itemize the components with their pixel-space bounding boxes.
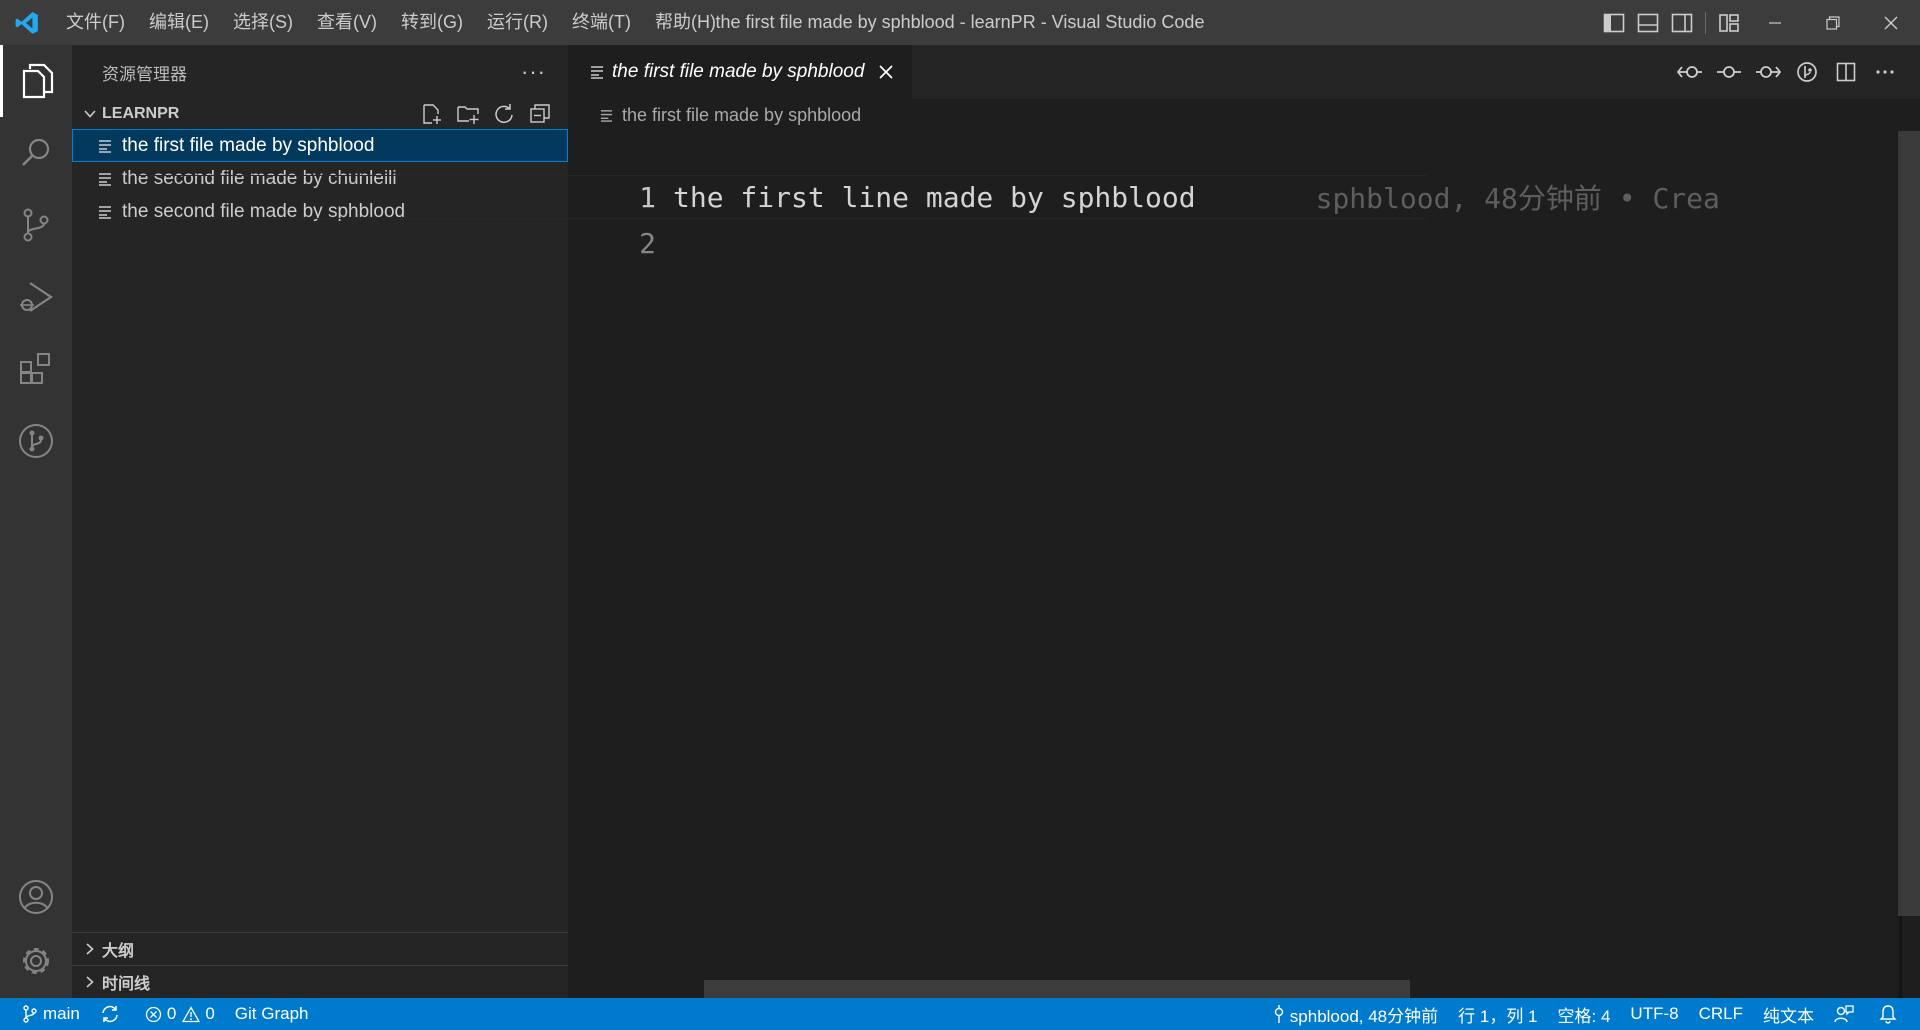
restore-icon[interactable] <box>1804 0 1862 45</box>
explorer-header: 资源管理器 ··· <box>72 45 568 99</box>
menu-selection[interactable]: 选择(S) <box>221 0 305 45</box>
toggle-panel-icon[interactable] <box>1633 0 1663 45</box>
menu-view[interactable]: 查看(V) <box>305 0 389 45</box>
file-item[interactable]: the first file made by sphblood <box>72 129 568 162</box>
problems-status[interactable]: 0 0 <box>135 998 225 1030</box>
source-control-icon[interactable] <box>0 189 72 261</box>
cursor-position[interactable]: 行 1，列 1 <box>1448 998 1547 1030</box>
language-mode[interactable]: 纯文本 <box>1753 998 1824 1030</box>
error-icon <box>145 1006 162 1022</box>
text-file-icon <box>98 139 122 153</box>
blame-text: sphblood, 48分钟前 <box>1289 1006 1439 1026</box>
current-line-highlight <box>136 175 1426 219</box>
folder-section-header[interactable]: LEARNPR <box>72 99 568 129</box>
more-actions-icon[interactable]: ··· <box>521 59 546 85</box>
chevron-right-icon <box>78 942 102 956</box>
text-file-icon <box>590 65 612 79</box>
chevron-down-icon <box>78 107 102 121</box>
settings-gear-icon[interactable] <box>0 925 72 997</box>
editor-area[interactable]: 1 the first line made by sphblood sphblo… <box>568 131 1920 998</box>
vertical-scrollbar[interactable] <box>1898 131 1920 916</box>
explorer-icon[interactable] <box>0 45 72 117</box>
open-changes-previous-icon[interactable] <box>1670 45 1709 99</box>
commit-icon <box>1274 1005 1283 1023</box>
outline-section-header[interactable]: 大纲 <box>72 932 568 965</box>
file-name: the first file made by sphblood <box>122 134 375 156</box>
new-folder-icon[interactable] <box>450 99 486 129</box>
commit-icon[interactable] <box>1709 45 1748 99</box>
encoding[interactable]: UTF-8 <box>1620 998 1688 1030</box>
gitlens-icon[interactable] <box>1787 45 1826 99</box>
sync-icon[interactable] <box>90 998 135 1030</box>
toggle-primary-sidebar-icon[interactable] <box>1599 0 1629 45</box>
menu-run[interactable]: 运行(R) <box>475 0 560 45</box>
warning-icon <box>182 1005 201 1022</box>
chevron-right-icon <box>78 975 102 989</box>
status-bar: main 0 0 Git Graph sphblood, 48分钟前 行 1，列… <box>0 998 1920 1030</box>
notifications-bell-icon[interactable] <box>1869 998 1920 1030</box>
editor-tab[interactable]: the first file made by sphblood <box>568 45 912 99</box>
close-tab-icon[interactable] <box>878 64 894 80</box>
menu-file[interactable]: 文件(F) <box>54 0 137 45</box>
editor-tabs: the first file made by sphblood <box>568 45 1920 99</box>
more-editor-actions-icon[interactable] <box>1865 45 1904 99</box>
accounts-icon[interactable] <box>0 861 72 933</box>
horizontal-scrollbar[interactable] <box>704 980 1410 998</box>
breadcrumb[interactable]: the first file made by sphblood <box>568 99 1920 131</box>
warning-count: 0 <box>205 1004 215 1023</box>
indentation[interactable]: 空格: 4 <box>1548 998 1621 1030</box>
timeline-section-header[interactable]: 时间线 <box>72 965 568 998</box>
text-file-icon <box>98 205 122 219</box>
menu-bar: 文件(F) 编辑(E) 选择(S) 查看(V) 转到(G) 运行(R) 终端(T… <box>54 0 728 45</box>
extensions-icon[interactable] <box>0 333 72 405</box>
text-file-icon <box>98 172 122 186</box>
breadcrumb-file: the first file made by sphblood <box>622 104 862 125</box>
toggle-secondary-sidebar-icon[interactable] <box>1667 0 1697 45</box>
timeline-label: 时间线 <box>102 976 151 993</box>
close-window-icon[interactable] <box>1862 0 1920 45</box>
menu-go[interactable]: 转到(G) <box>389 0 475 45</box>
activity-bar <box>0 45 72 998</box>
end-of-line[interactable]: CRLF <box>1689 998 1753 1030</box>
vscode-logo-icon <box>0 0 54 45</box>
folder-name: LEARNPR <box>102 105 180 122</box>
search-icon[interactable] <box>0 117 72 189</box>
open-changes-next-icon[interactable] <box>1748 45 1787 99</box>
error-count: 0 <box>166 1004 177 1023</box>
branch-status[interactable]: main <box>0 998 90 1030</box>
refresh-icon[interactable] <box>486 99 522 129</box>
editor-line[interactable]: 2 <box>568 221 1828 265</box>
new-file-icon[interactable] <box>414 99 450 129</box>
git-graph-button[interactable]: Git Graph <box>225 998 319 1030</box>
git-graph-icon[interactable] <box>0 405 72 477</box>
branch-name: main <box>43 1004 80 1023</box>
git-branch-icon <box>23 1005 37 1023</box>
menu-terminal[interactable]: 终端(T) <box>560 0 643 45</box>
explorer-title: 资源管理器 <box>102 64 187 84</box>
run-debug-icon[interactable] <box>0 261 72 333</box>
menu-edit[interactable]: 编辑(E) <box>137 0 221 45</box>
title-bar: 文件(F) 编辑(E) 选择(S) 查看(V) 转到(G) 运行(R) 终端(T… <box>0 0 1920 45</box>
collapse-all-icon[interactable] <box>522 99 558 129</box>
outline-label: 大纲 <box>102 943 135 960</box>
line-number: 2 <box>639 226 656 260</box>
blame-status[interactable]: sphblood, 48分钟前 <box>1263 998 1448 1030</box>
feedback-icon[interactable] <box>1824 998 1869 1030</box>
tab-label: the first file made by sphblood <box>612 61 865 82</box>
text-file-icon <box>600 109 622 122</box>
customize-layout-icon[interactable] <box>1714 0 1744 45</box>
menu-help[interactable]: 帮助(H) <box>643 0 728 45</box>
minimize-icon[interactable] <box>1746 0 1804 45</box>
title-separator <box>1705 11 1706 34</box>
minimap[interactable] <box>1826 131 1902 998</box>
split-editor-icon[interactable] <box>1826 45 1865 99</box>
